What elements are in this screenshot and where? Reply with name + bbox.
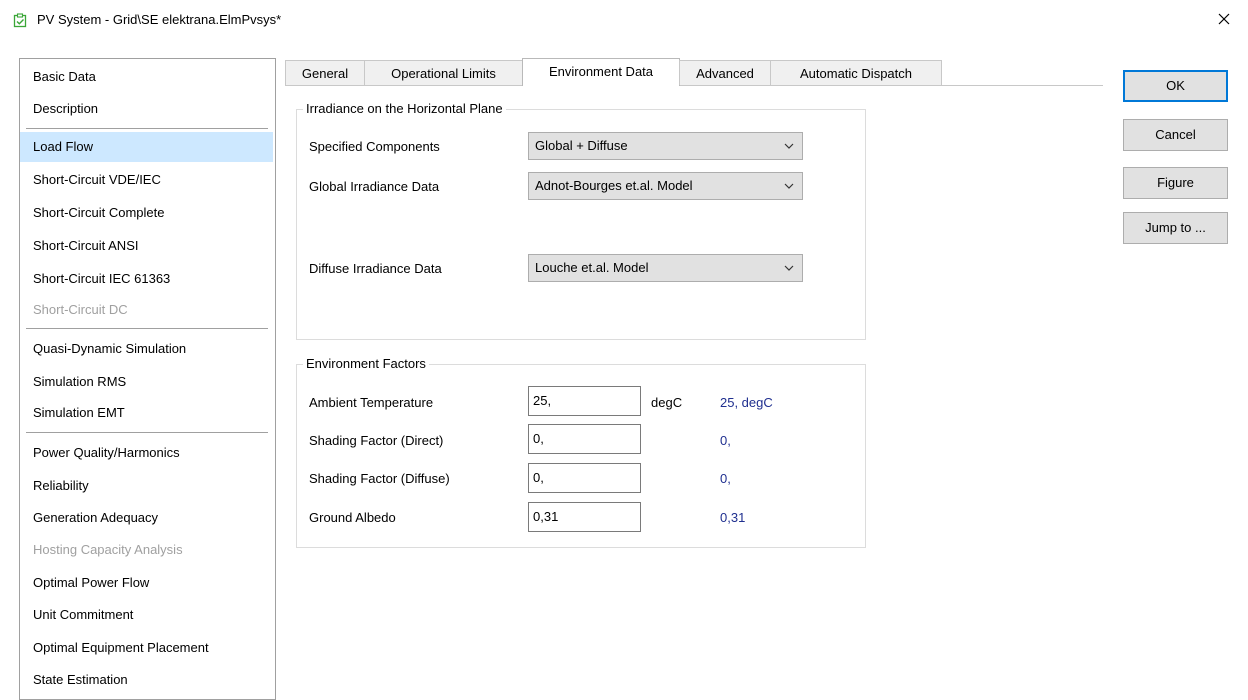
tab-automatic-dispatch[interactable]: Automatic Dispatch [770,60,942,85]
list-item-reliability[interactable]: Reliability [20,471,273,501]
tab-advanced[interactable]: Advanced [679,60,771,85]
tab-environment-data[interactable]: Environment Data [522,58,680,86]
list-item-description[interactable]: Description [20,94,273,124]
environment-factors-title: Environment Factors [303,356,429,372]
ok-button[interactable]: OK [1123,70,1228,102]
list-item-optimal-power-flow[interactable]: Optimal Power Flow [20,568,273,598]
list-separator [26,328,268,329]
list-item-short-circuit-vde-iec[interactable]: Short-Circuit VDE/IEC [20,165,273,195]
global-irradiance-value: Adnot-Bourges et.al. Model [535,178,693,193]
list-item-hosting-capacity-analysis: Hosting Capacity Analysis [33,542,183,557]
tab-operational-limits[interactable]: Operational Limits [364,60,523,85]
title-bar: PV System - Grid\SE elektrana.ElmPvsys* [0,0,1248,40]
ground-albedo-result: 0,31 [720,510,746,525]
ambient-temperature-input[interactable]: 25, [528,386,641,416]
list-item-power-quality-harmonics[interactable]: Power Quality/Harmonics [20,438,273,468]
shading-direct-label: Shading Factor (Direct) [309,433,444,448]
jump-to-button[interactable]: Jump to ... [1123,212,1228,244]
shading-diffuse-result: 0, [720,471,731,486]
specified-components-dropdown[interactable]: Global + Diffuse [528,132,803,160]
window-title: PV System - Grid\SE elektrana.ElmPvsys* [37,12,282,27]
list-separator [26,432,268,433]
diffuse-irradiance-label: Diffuse Irradiance Data [309,261,442,276]
page-list: Basic Data Description Load Flow Short-C… [19,58,276,700]
shading-direct-input[interactable]: 0, [528,424,641,454]
close-icon[interactable] [1214,9,1234,29]
document-check-icon [13,13,27,28]
ambient-temperature-label: Ambient Temperature [309,395,434,410]
specified-components-label: Specified Components [309,139,440,154]
tab-general[interactable]: General [285,60,365,85]
list-item-short-circuit-iec-61363[interactable]: Short-Circuit IEC 61363 [20,264,273,294]
diffuse-irradiance-value: Louche et.al. Model [535,260,649,275]
ground-albedo-input[interactable]: 0,31 [528,502,641,532]
shading-direct-result: 0, [720,433,731,448]
global-irradiance-label: Global Irradiance Data [309,179,440,194]
list-item-optimal-equipment-placement[interactable]: Optimal Equipment Placement [20,633,273,663]
list-item-short-circuit-dc: Short-Circuit DC [33,302,128,317]
list-item-short-circuit-ansi[interactable]: Short-Circuit ANSI [20,231,273,261]
diffuse-irradiance-dropdown[interactable]: Louche et.al. Model [528,254,803,282]
shading-diffuse-label: Shading Factor (Diffuse) [309,471,450,486]
ambient-temperature-result: 25, degC [720,395,773,410]
chevron-down-icon [784,265,794,271]
list-item-quasi-dynamic-simulation[interactable]: Quasi-Dynamic Simulation [20,334,273,364]
ambient-temperature-unit: degC [651,395,683,410]
specified-components-value: Global + Diffuse [535,138,628,153]
list-item-basic-data[interactable]: Basic Data [20,62,273,92]
chevron-down-icon [784,143,794,149]
chevron-down-icon [784,183,794,189]
irradiance-group-title: Irradiance on the Horizontal Plane [303,101,506,117]
figure-button[interactable]: Figure [1123,167,1228,199]
list-item-load-flow[interactable]: Load Flow [20,132,273,162]
ground-albedo-label: Ground Albedo [309,510,396,525]
shading-diffuse-input[interactable]: 0, [528,463,641,493]
cancel-button[interactable]: Cancel [1123,119,1228,151]
list-item-unit-commitment[interactable]: Unit Commitment [20,600,273,630]
global-irradiance-dropdown[interactable]: Adnot-Bourges et.al. Model [528,172,803,200]
list-item-state-estimation[interactable]: State Estimation [20,665,273,695]
list-item-simulation-rms[interactable]: Simulation RMS [20,367,273,397]
list-separator [26,128,268,129]
list-item-simulation-emt[interactable]: Simulation EMT [20,398,273,428]
list-item-short-circuit-complete[interactable]: Short-Circuit Complete [20,198,273,228]
list-item-generation-adequacy[interactable]: Generation Adequacy [20,503,273,533]
